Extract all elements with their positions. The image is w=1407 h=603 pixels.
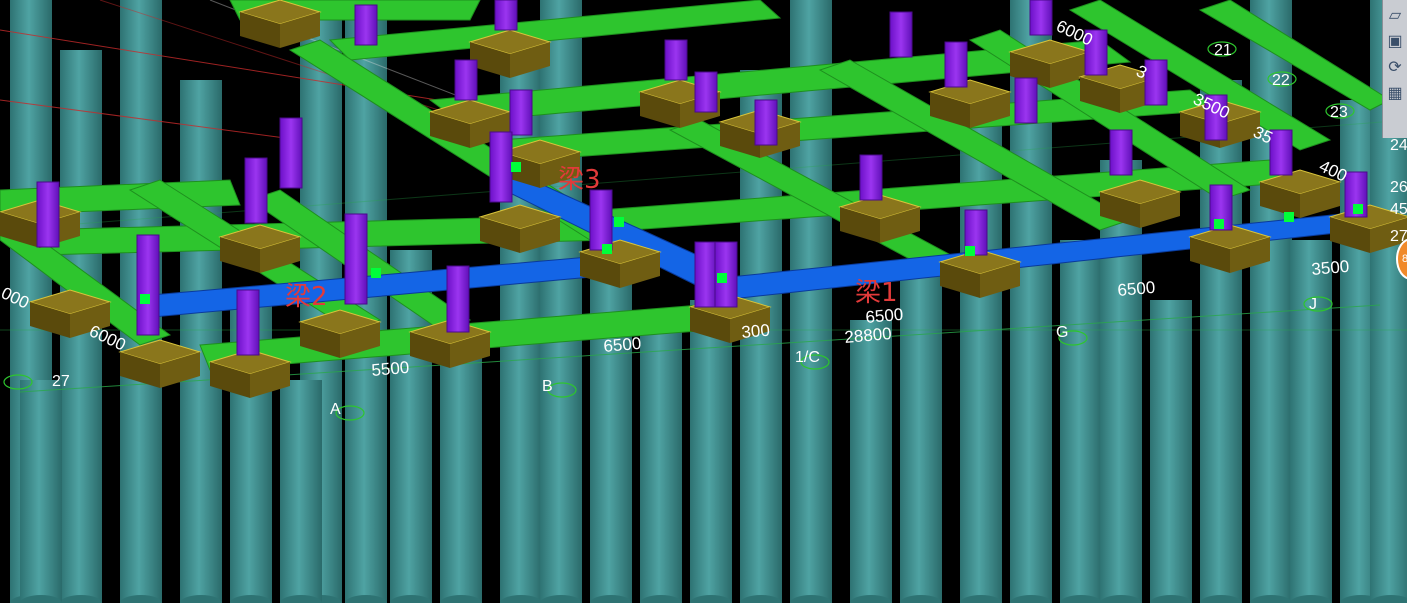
dimension-text: 300 bbox=[741, 321, 771, 342]
dimension-text: 6500 bbox=[1117, 278, 1156, 300]
grip-point bbox=[140, 294, 150, 304]
column bbox=[859, 154, 883, 201]
column bbox=[589, 189, 613, 251]
axis-label: 23 bbox=[1330, 104, 1348, 121]
column bbox=[694, 71, 718, 113]
column bbox=[36, 181, 60, 248]
pile bbox=[440, 330, 482, 603]
column bbox=[454, 59, 478, 101]
pile bbox=[850, 320, 892, 603]
axis-label: 24 bbox=[1390, 137, 1407, 154]
dimension-text: 5500 bbox=[371, 358, 410, 380]
pile bbox=[1060, 240, 1102, 603]
column bbox=[344, 213, 368, 305]
column bbox=[1014, 77, 1038, 124]
column bbox=[279, 117, 303, 189]
column bbox=[1029, 0, 1053, 36]
pile bbox=[180, 80, 222, 603]
axis-label: J bbox=[1309, 296, 1317, 313]
cube-view-icon[interactable]: ▱ bbox=[1384, 4, 1406, 26]
axis-label: 26 bbox=[1390, 179, 1407, 196]
box-view-icon[interactable]: ▣ bbox=[1384, 30, 1406, 52]
grip-point bbox=[965, 246, 975, 256]
grip-point bbox=[1353, 204, 1363, 214]
column bbox=[489, 131, 513, 203]
3d-model-viewport[interactable]: 6000 3 3500 35 400 6000 000 5500 6500 30… bbox=[0, 0, 1407, 603]
beam-2-label: 梁2 bbox=[285, 282, 328, 312]
grip-point bbox=[614, 217, 624, 227]
axis-label: 21 bbox=[1214, 42, 1232, 59]
axis-label: G bbox=[1056, 324, 1068, 341]
column bbox=[494, 0, 518, 31]
column bbox=[1269, 129, 1293, 176]
grid-view-icon[interactable]: ▦ bbox=[1384, 82, 1406, 104]
grip-point bbox=[371, 268, 381, 278]
column bbox=[236, 289, 260, 356]
column bbox=[354, 4, 378, 46]
axis-label: 45 bbox=[1390, 201, 1407, 218]
pile bbox=[690, 300, 732, 603]
axis-label: B bbox=[542, 378, 553, 395]
column bbox=[944, 41, 968, 88]
view-toolbar: ▱ ▣ ⟳ ▦ bbox=[1382, 0, 1407, 138]
grip-point bbox=[717, 273, 727, 283]
column bbox=[509, 89, 533, 136]
column bbox=[694, 241, 718, 308]
dimension-text: 6500 bbox=[603, 334, 642, 356]
column bbox=[136, 234, 160, 336]
column bbox=[1109, 129, 1133, 176]
pile bbox=[20, 380, 62, 603]
pile bbox=[900, 270, 942, 603]
axis-label: 27 bbox=[52, 373, 70, 390]
column bbox=[446, 265, 470, 333]
grip-point bbox=[1214, 219, 1224, 229]
pile bbox=[280, 380, 322, 603]
column bbox=[889, 11, 913, 58]
grip-point bbox=[602, 244, 612, 254]
pile bbox=[1150, 300, 1192, 603]
pile bbox=[1250, 0, 1292, 603]
grip-point bbox=[1284, 212, 1294, 222]
axis-label: 22 bbox=[1272, 72, 1290, 89]
pile bbox=[1290, 240, 1332, 603]
pile bbox=[1200, 80, 1242, 603]
column bbox=[244, 157, 268, 224]
dimension-text: 3500 bbox=[1311, 257, 1350, 279]
orbit-icon[interactable]: ⟳ bbox=[1384, 56, 1406, 78]
beam-3-label: 梁3 bbox=[558, 165, 601, 195]
axis-label: 1/C bbox=[795, 349, 820, 366]
beam-1-label: 梁1 bbox=[855, 278, 898, 308]
grip-point bbox=[511, 162, 521, 172]
axis-label: A bbox=[330, 401, 341, 418]
column bbox=[754, 99, 778, 146]
column bbox=[664, 39, 688, 81]
pile bbox=[640, 330, 682, 603]
